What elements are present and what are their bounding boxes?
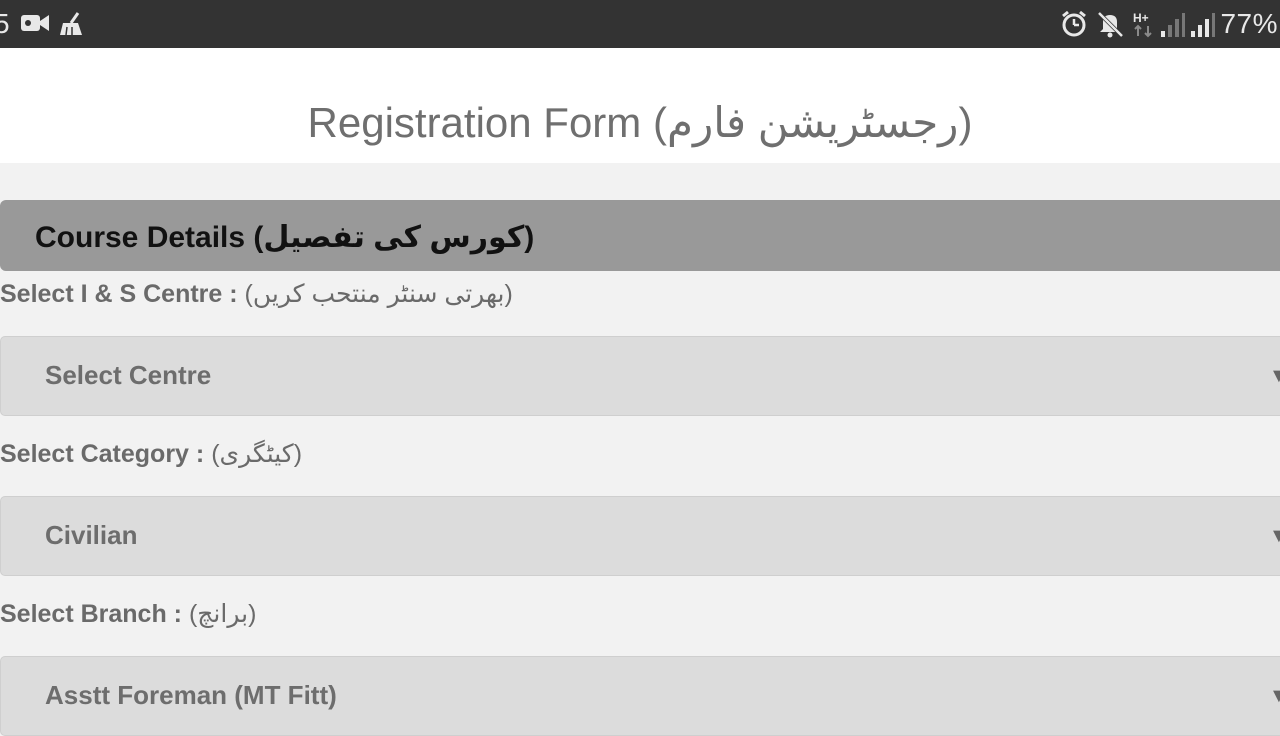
mute-icon	[1096, 10, 1124, 43]
branch-select[interactable]: Asstt Foreman (MT Fitt) ▼	[0, 656, 1280, 736]
status-time: 5	[0, 8, 10, 39]
category-select[interactable]: Civilian ▼	[0, 496, 1280, 576]
status-bar: 5 H+ 77%	[0, 0, 1280, 48]
centre-label: Select I & S Centre : (بھرتی سنٹر منتحب …	[0, 279, 513, 309]
chevron-down-icon: ▼	[1269, 525, 1280, 547]
centre-select[interactable]: Select Centre ▼	[0, 336, 1280, 416]
alarm-icon	[1060, 10, 1088, 43]
category-label: Select Category : (کیٹگری)	[0, 439, 302, 469]
svg-text:H+: H+	[1133, 11, 1149, 25]
signal-icon	[1190, 12, 1216, 43]
centre-label-text: Select I & S Centre :	[0, 280, 238, 308]
page-title: Registration Form (رجسٹریشن فارم)	[307, 99, 973, 146]
category-label-urdu: (کیٹگری)	[211, 440, 303, 468]
branch-label: Select Branch : (برانچ)	[0, 599, 256, 629]
page-header: Registration Form (رجسٹریشن فارم)	[0, 48, 1280, 163]
category-label-text: Select Category :	[0, 440, 205, 468]
centre-select-value: Select Centre	[45, 360, 212, 390]
category-select-value: Civilian	[45, 520, 138, 550]
branch-label-urdu: (برانچ)	[188, 600, 257, 628]
signal-weak-icon	[1160, 12, 1186, 43]
hplus-network-icon: H+	[1133, 10, 1157, 43]
section-title: Course Details (کورس کی تفصیل)	[35, 221, 535, 254]
branch-label-text: Select Branch :	[0, 600, 183, 628]
video-camera-icon	[20, 12, 50, 39]
course-details-section-header[interactable]: Course Details (کورس کی تفصیل)	[0, 200, 1280, 271]
chevron-down-icon: ▼	[1269, 365, 1280, 387]
battery-percentage: 77%	[1220, 8, 1278, 39]
centre-label-urdu: (بھرتی سنٹر منتحب کریں)	[244, 280, 513, 308]
chevron-down-icon: ▼	[1269, 685, 1280, 707]
branch-select-value: Asstt Foreman (MT Fitt)	[45, 680, 337, 710]
broom-icon	[58, 11, 88, 42]
